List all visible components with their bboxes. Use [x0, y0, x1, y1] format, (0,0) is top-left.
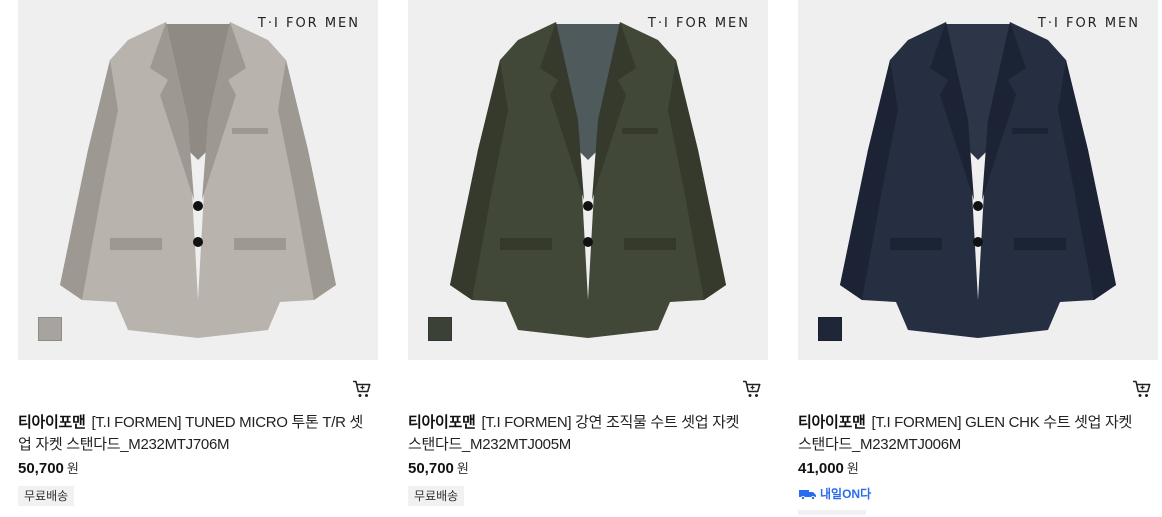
jacket-pocket-flap [624, 238, 676, 250]
add-to-cart-button[interactable] [352, 380, 374, 400]
product-card[interactable]: T·I FOR MEN 티아이포맨 [T.I FORMEN] GLEN CHK 수… [798, 0, 1158, 517]
jacket-pocket-flap [234, 238, 286, 250]
jacket-chest-pocket [622, 128, 658, 134]
add-to-cart-button[interactable] [742, 380, 764, 400]
free-shipping-badge: 무료배송 [408, 486, 465, 506]
jacket-button [973, 237, 983, 247]
tomorrow-delivery-badge: 내일ON다 [798, 485, 1158, 502]
jacket-button [583, 237, 593, 247]
product-title[interactable]: 티아이포맨 [T.I FORMEN] GLEN CHK 수트 셋업 자켓 [798, 412, 1158, 434]
jacket-image [450, 22, 726, 338]
product-title[interactable]: 티아이포맨 [T.I FORMEN] 강연 조직물 수트 셋업 자켓 [408, 412, 768, 434]
product-image[interactable]: T·I FOR MEN [798, 0, 1158, 360]
jacket-chest-pocket [1012, 128, 1048, 134]
jacket-button [583, 201, 593, 211]
price: 50,700 [408, 460, 454, 477]
color-swatch[interactable] [38, 317, 62, 341]
jacket-pocket-flap [500, 238, 552, 250]
cart-icon [1133, 380, 1151, 397]
price: 50,700 [18, 460, 64, 477]
brand-watermark: T·I FOR MEN [257, 16, 360, 31]
jacket-pocket-flap [1014, 238, 1066, 250]
color-swatch[interactable] [818, 317, 842, 341]
jacket-pocket-flap [890, 238, 942, 250]
currency: 원 [456, 461, 469, 476]
product-title[interactable]: 티아이포맨 [T.I FORMEN] TUNED MICRO 투톤 T/R 셋 [18, 412, 378, 434]
add-to-cart-button[interactable] [1132, 380, 1154, 400]
jacket-image [60, 22, 336, 338]
product-title-continued[interactable]: 업 자켓 스탠다드_M232MTJ706M [18, 434, 378, 456]
brand-watermark: T·I FOR MEN [1037, 16, 1140, 31]
brand-name: 티아이포맨 [408, 414, 476, 431]
product-card[interactable]: T·I FOR MEN 티아이포맨 [T.I FORMEN] 강연 조직물 수트 … [408, 0, 768, 517]
jacket-image [840, 22, 1116, 338]
jacket-pocket-flap [110, 238, 162, 250]
product-title-continued[interactable]: 스탠다드_M232MTJ006M [798, 434, 1158, 456]
badge-placeholder [798, 510, 866, 515]
currency: 원 [846, 461, 859, 476]
price-row: 50,700 원 [18, 458, 378, 477]
product-title-continued[interactable]: 스탠다드_M232MTJ005M [408, 434, 768, 456]
product-card[interactable]: T·I FOR MEN 티아이포맨 [T.I FORMEN] TUNED MICR… [18, 0, 378, 517]
currency: 원 [66, 461, 79, 476]
jacket-chest-pocket [232, 128, 268, 134]
product-image[interactable]: T·I FOR MEN [18, 0, 378, 360]
tomorrow-delivery-label: 내일ON다 [820, 487, 872, 501]
product-image[interactable]: T·I FOR MEN [408, 0, 768, 360]
brand-watermark: T·I FOR MEN [647, 16, 750, 31]
color-swatch[interactable] [428, 317, 452, 341]
jacket-button [193, 201, 203, 211]
price: 41,000 [798, 460, 844, 477]
price-row: 41,000 원 [798, 458, 1158, 477]
delivery-truck-icon [799, 489, 816, 500]
price-row: 50,700 원 [408, 458, 768, 477]
jacket-button [973, 201, 983, 211]
brand-name: 티아이포맨 [798, 414, 866, 431]
brand-name: 티아이포맨 [18, 414, 86, 431]
cart-icon [353, 380, 371, 397]
jacket-button [193, 237, 203, 247]
free-shipping-badge: 무료배송 [18, 486, 75, 506]
cart-icon [743, 380, 761, 397]
